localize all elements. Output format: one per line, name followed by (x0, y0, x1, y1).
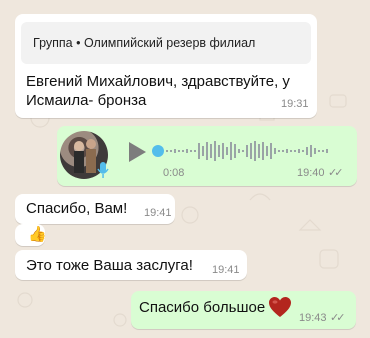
message-text-line1: Евгений Михайлович, здравствуйте, у (26, 73, 290, 90)
message-time: 19:31 (281, 98, 309, 110)
message-time: 19:41 (144, 207, 172, 219)
thumbs-up-icon: 👍 (28, 226, 47, 243)
double-check-icon: ✓✓ (328, 167, 344, 179)
message-text: Спасибо, Вам! (26, 200, 128, 217)
heart-icon (269, 297, 291, 317)
message-text: Спасибо большое (139, 299, 266, 316)
message-time: 19:40 (297, 167, 325, 179)
double-check-icon: ✓✓ (330, 312, 346, 324)
reply-quote[interactable]: Группа • Олимпийский резерв филиал (21, 22, 311, 64)
voice-waveform[interactable] (152, 139, 342, 163)
microphone-icon (97, 162, 109, 178)
quote-text: Группа • Олимпийский резерв филиал (33, 36, 256, 50)
message-time: 19:43 (299, 312, 327, 324)
message-text: Это тоже Ваша заслуга! (26, 257, 193, 274)
message-time: 19:41 (212, 264, 240, 276)
message-text-line2: Исмаила- бронза (26, 92, 147, 109)
voice-duration: 0:08 (163, 167, 185, 179)
play-icon[interactable] (126, 141, 148, 163)
